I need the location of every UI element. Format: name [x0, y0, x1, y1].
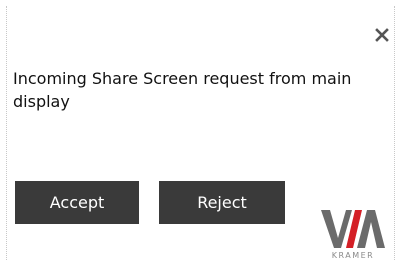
share-request-dialog: Incoming Share Screen request from main …: [6, 6, 395, 260]
accept-button[interactable]: Accept: [15, 181, 139, 224]
close-icon[interactable]: [373, 26, 391, 44]
logo-subtext: KRAMER: [331, 251, 375, 260]
via-kramer-logo: KRAMER: [319, 208, 387, 260]
request-message: Incoming Share Screen request from main …: [13, 69, 352, 111]
reject-button[interactable]: Reject: [159, 181, 285, 224]
via-logo-mark: [321, 210, 385, 248]
